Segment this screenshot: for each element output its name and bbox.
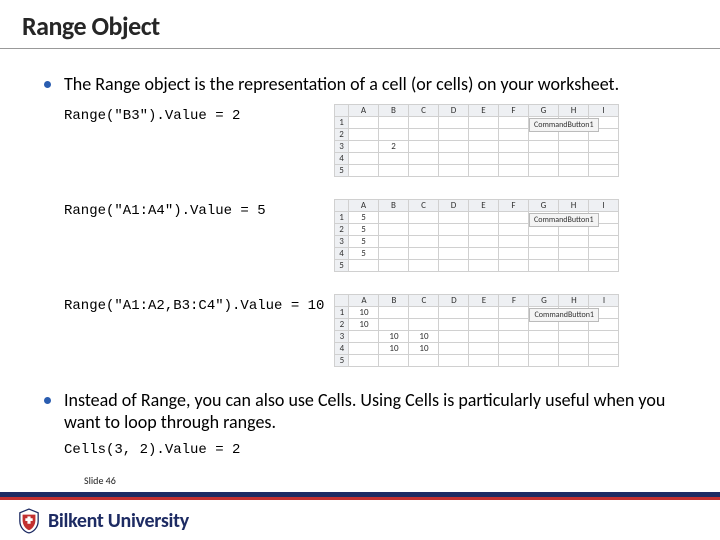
bullet-2-text: Instead of Range, you can also use Cells… [64, 389, 665, 434]
spreadsheet-3: ABCDEFGHI 110CommandButton1 210 31010 41… [334, 294, 619, 367]
bullet-dot [44, 81, 51, 88]
slide-title: Range Object [0, 0, 720, 46]
bullet-1-text: The Range object is the representation o… [64, 73, 619, 95]
bullet-dot [44, 397, 51, 404]
command-button[interactable]: CommandButton1 [529, 213, 599, 227]
example-1: Range("B3").Value = 2 ABCDEFGHI 1Command… [44, 104, 690, 177]
example-2: Range("A1:A4").Value = 5 ABCDEFGHI 15Com… [44, 199, 690, 272]
code-4: Cells(3, 2).Value = 2 [44, 442, 690, 458]
university-name: Bilkent University [48, 509, 189, 533]
command-button[interactable]: CommandButton1 [529, 118, 599, 132]
example-3: Range("A1:A2,B3:C4").Value = 10 ABCDEFGH… [44, 294, 690, 367]
code-3: Range("A1:A2,B3:C4").Value = 10 [44, 298, 324, 314]
spreadsheet-1: ABCDEFGHI 1CommandButton1 2 32 4 5 [334, 104, 619, 177]
code-1: Range("B3").Value = 2 [44, 108, 324, 124]
crest-icon [18, 508, 40, 534]
bullet-1: The Range object is the representation o… [44, 73, 690, 96]
spreadsheet-2: ABCDEFGHI 15CommandButton1 25 35 45 5 [334, 199, 619, 272]
bullet-2: Instead of Range, you can also use Cells… [44, 389, 690, 434]
code-2: Range("A1:A4").Value = 5 [44, 203, 324, 219]
footer-logo: Bilkent University [18, 508, 189, 534]
command-button[interactable]: CommandButton1 [529, 308, 599, 322]
footer-band [0, 492, 720, 500]
slide-number: Slide 46 [84, 474, 116, 487]
